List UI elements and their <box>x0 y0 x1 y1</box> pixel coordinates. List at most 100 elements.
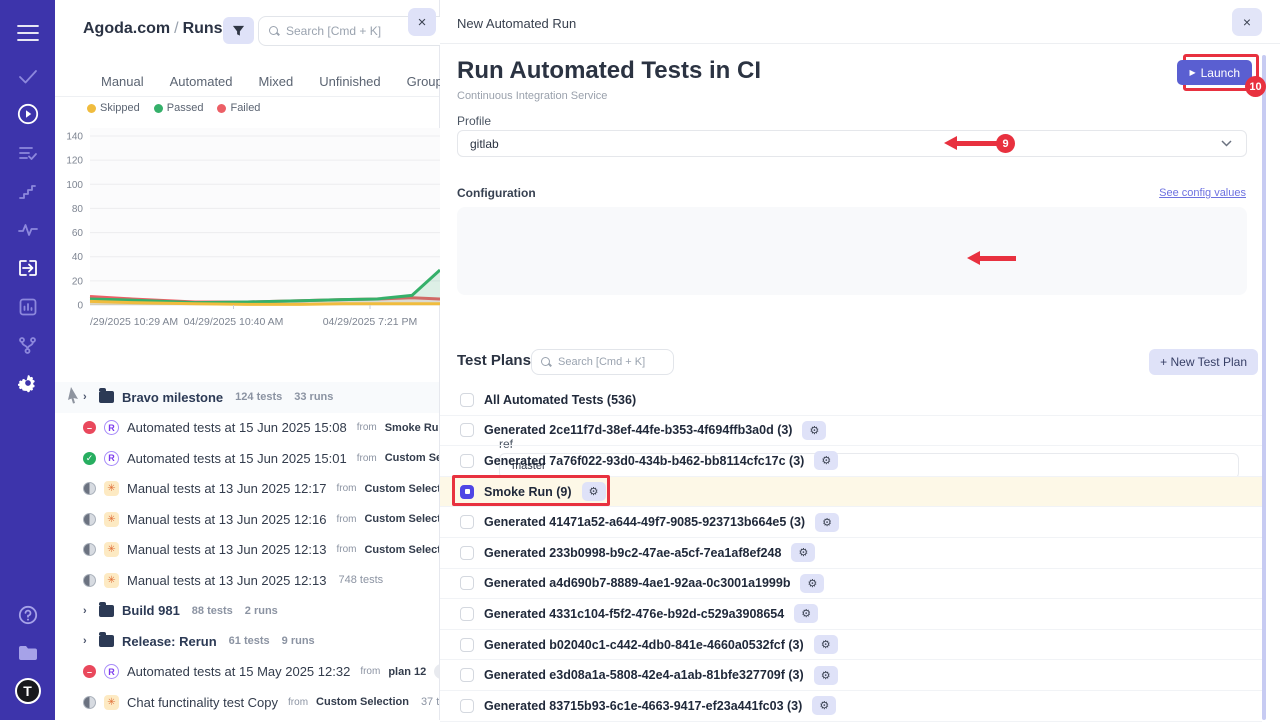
import-icon[interactable] <box>0 253 55 283</box>
close-icon: × <box>418 14 427 31</box>
tab-automated[interactable]: Automated <box>170 74 233 89</box>
steps-icon[interactable] <box>0 176 55 206</box>
plan-settings-button[interactable]: ⚙ <box>582 482 606 501</box>
plan-checkbox-checked[interactable] <box>460 485 474 499</box>
manual-run-icon: ✳ <box>104 573 119 588</box>
chart-legend: SkippedPassedFailed <box>87 102 260 114</box>
test-plans-title: Test Plans <box>457 352 531 369</box>
settings-gear-icon[interactable] <box>0 368 55 398</box>
tests-check-icon[interactable] <box>0 62 55 92</box>
plan-settings-button[interactable]: ⚙ <box>791 543 815 562</box>
plan-settings-button[interactable]: ⚙ <box>814 635 838 654</box>
plan-checkbox[interactable] <box>460 699 474 713</box>
plan-checkbox[interactable] <box>460 607 474 621</box>
run-title[interactable]: Manual tests at 13 Jun 2025 12:13 <box>127 542 326 557</box>
plan-settings-button[interactable]: ⚙ <box>794 604 818 623</box>
search-icon <box>269 26 280 37</box>
test-plan-row[interactable]: Generated e3d08a1a-5808-42e4-a1ab-81bfe3… <box>440 660 1262 691</box>
new-test-plan-button[interactable]: + New Test Plan <box>1149 349 1258 375</box>
filter-button[interactable] <box>223 17 254 44</box>
run-row[interactable]: ✳Chat functinality test CopyfromCustom S… <box>55 687 439 718</box>
test-plan-row[interactable]: Generated 233b0998-b9c2-47ae-a5cf-7ea1af… <box>440 538 1262 569</box>
test-plan-row[interactable]: Smoke Run (9)⚙ <box>440 477 1262 508</box>
menu-icon[interactable] <box>0 18 55 48</box>
folder-row[interactable]: ›Release: Rerun61 tests9 runs <box>55 626 439 657</box>
plan-checkbox[interactable] <box>460 576 474 590</box>
run-row[interactable]: ✓RAutomated tests at 15 Jun 2025 15:01fr… <box>55 443 439 474</box>
analytics-icon[interactable] <box>0 292 55 322</box>
plan-settings-button[interactable]: ⚙ <box>814 666 838 685</box>
run-row[interactable]: –RAutomated tests at 15 May 2025 12:32fr… <box>55 657 439 688</box>
run-title[interactable]: Manual tests at 13 Jun 2025 12:17 <box>127 481 326 496</box>
manual-run-icon: ✳ <box>104 695 119 710</box>
plan-checkbox[interactable] <box>460 454 474 468</box>
plans-list-icon[interactable] <box>0 138 55 168</box>
plan-settings-button[interactable]: ⚙ <box>802 421 826 440</box>
plan-checkbox[interactable] <box>460 638 474 652</box>
run-title[interactable]: Automated tests at 15 May 2025 12:32 <box>127 664 350 679</box>
plan-name: Generated b02040c1-c442-4db0-841e-4660a0… <box>484 638 804 652</box>
run-source: Custom Selection <box>385 452 439 464</box>
run-row[interactable]: ✳Manual tests at 13 Jun 2025 12:13748 te… <box>55 565 439 596</box>
run-title[interactable]: Manual tests at 13 Jun 2025 12:16 <box>127 512 326 527</box>
runs-play-icon[interactable] <box>0 99 55 129</box>
test-plan-row[interactable]: Generated b02040c1-c442-4db0-841e-4660a0… <box>440 630 1262 661</box>
plan-checkbox[interactable] <box>460 546 474 560</box>
see-config-values-link[interactable]: See config values <box>1159 187 1246 199</box>
run-row[interactable]: –RAutomated tests at 15 Jun 2025 15:08fr… <box>55 413 439 444</box>
run-row[interactable]: ✳Manual tests at 13 Jun 2025 12:16fromCu… <box>55 504 439 535</box>
search-placeholder: Search [Cmd + K] <box>558 356 645 368</box>
plan-settings-button[interactable]: ⚙ <box>812 696 836 715</box>
svg-text:100: 100 <box>66 180 83 191</box>
panel-close-button[interactable]: × <box>408 8 436 36</box>
test-plan-row[interactable]: Generated a4d690b7-8889-4ae1-92aa-0c3001… <box>440 569 1262 600</box>
plan-settings-button[interactable]: ⚙ <box>800 574 824 593</box>
from-label: from <box>288 697 308 708</box>
plan-checkbox[interactable] <box>460 423 474 437</box>
plan-checkbox[interactable] <box>460 393 474 407</box>
test-plan-row[interactable]: Generated 41471a52-a644-49f7-9085-923713… <box>440 507 1262 538</box>
run-title[interactable]: Automated tests at 15 Jun 2025 15:08 <box>127 420 347 435</box>
tab-manual[interactable]: Manual <box>101 74 144 89</box>
plan-checkbox[interactable] <box>460 515 474 529</box>
branch-icon[interactable] <box>0 330 55 360</box>
automated-run-icon: R <box>104 420 119 435</box>
vertical-scrollbar[interactable] <box>1262 55 1266 720</box>
projects-folder-icon[interactable] <box>0 638 55 668</box>
plan-checkbox[interactable] <box>460 668 474 682</box>
run-title[interactable]: Automated tests at 15 Jun 2025 15:01 <box>127 451 347 466</box>
drawer-close-button[interactable]: × <box>1232 8 1262 36</box>
pulse-icon[interactable] <box>0 215 55 245</box>
test-plans-search-input[interactable]: Search [Cmd + K] <box>531 349 674 375</box>
run-row[interactable]: ✳Manual tests at 13 Jun 2025 12:13fromCu… <box>55 535 439 566</box>
chevron-right-icon[interactable]: › <box>83 391 91 403</box>
run-title[interactable]: Chat functinality test Copy <box>127 695 278 710</box>
tab-unfinished[interactable]: Unfinished <box>319 74 380 89</box>
test-plan-row[interactable]: Generated 7a76f022-93d0-434b-b462-bb8114… <box>440 446 1262 477</box>
plan-settings-button[interactable]: ⚙ <box>814 451 838 470</box>
launch-button[interactable]: ▶ Launch <box>1177 60 1252 85</box>
run-title[interactable]: Manual tests at 13 Jun 2025 12:13 <box>127 573 326 588</box>
test-plan-row[interactable]: Generated 2ce11f7d-38ef-44fe-b353-4f694f… <box>440 416 1262 447</box>
help-icon[interactable] <box>0 600 55 630</box>
breadcrumb[interactable]: Agoda.com/Runs <box>83 20 223 38</box>
test-plan-row[interactable]: Generated 83715b93-6c1e-4663-9417-ef23a4… <box>440 691 1262 722</box>
profile-select[interactable]: gitlab <box>457 130 1247 157</box>
tests-count: 88 tests <box>192 605 233 617</box>
page-subtitle: Continuous Integration Service <box>457 90 607 102</box>
run-row[interactable]: ✳Manual tests at 13 Jun 2025 12:17fromCu… <box>55 474 439 505</box>
folder-title: Release: Rerun <box>122 634 217 649</box>
test-plan-row[interactable]: All Automated Tests (536) <box>440 385 1262 416</box>
folder-row[interactable]: ›Bravo milestone124 tests33 runs <box>55 382 439 413</box>
folder-row[interactable]: ›Build 98188 tests2 runs <box>55 596 439 627</box>
folder-icon <box>99 605 114 617</box>
chevron-right-icon[interactable]: › <box>83 605 91 617</box>
test-plan-row[interactable]: Generated 4331c104-f5f2-476e-b92d-c529a3… <box>440 599 1262 630</box>
tab-mixed[interactable]: Mixed <box>259 74 294 89</box>
chevron-right-icon[interactable]: › <box>83 635 91 647</box>
test-badge[interactable]: ⚙ test <box>434 664 439 679</box>
breadcrumb-project[interactable]: Agoda.com <box>83 20 170 37</box>
configuration-box: ref master <box>457 207 1247 295</box>
user-avatar[interactable]: T <box>0 676 55 706</box>
plan-settings-button[interactable]: ⚙ <box>815 513 839 532</box>
